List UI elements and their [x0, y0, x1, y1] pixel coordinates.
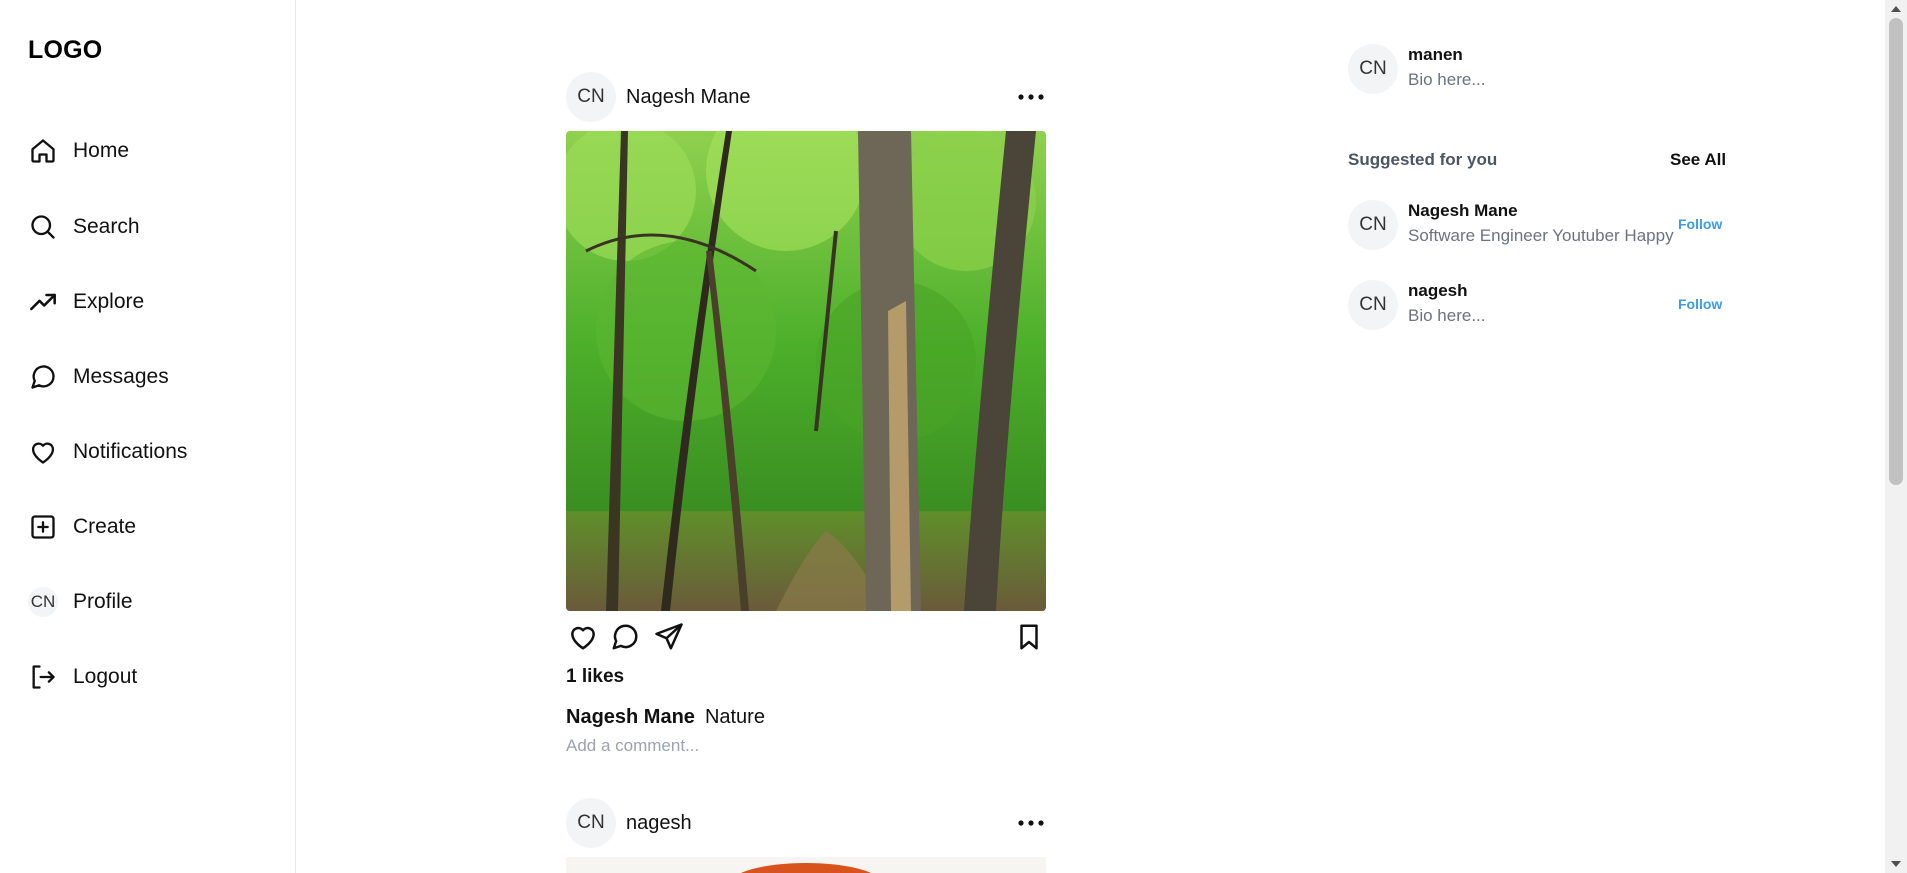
logo[interactable]: LOGO — [28, 36, 102, 65]
send-icon — [655, 623, 683, 650]
sidebar-item-logout[interactable]: Logout — [28, 657, 137, 697]
trending-icon — [28, 287, 58, 317]
like-button[interactable] — [566, 620, 600, 654]
more-options-button[interactable] — [1016, 85, 1046, 109]
more-options-button[interactable] — [1016, 811, 1046, 835]
share-button[interactable] — [652, 620, 686, 654]
sidebar: LOGO Home Search Explore Messages Notifi… — [0, 0, 296, 873]
sidebar-item-messages[interactable]: Messages — [28, 357, 169, 397]
suggested-user[interactable]: CN Nagesh Mane Software Engineer Youtube… — [1348, 200, 1674, 250]
home-icon — [28, 136, 58, 166]
post-header: CN Nagesh Mane — [566, 72, 1046, 122]
search-icon — [28, 212, 58, 242]
bookmark-icon — [1020, 624, 1038, 650]
sidebar-item-label: Notifications — [73, 440, 188, 463]
current-user-bio: Bio here... — [1408, 70, 1486, 89]
follow-button[interactable]: Follow — [1678, 296, 1722, 312]
heart-icon — [571, 626, 595, 650]
message-circle-icon — [612, 624, 638, 650]
sidebar-item-label: Messages — [73, 365, 169, 388]
more-horizontal-icon — [1018, 94, 1044, 100]
likes-count: 1 likes — [566, 666, 625, 687]
logout-icon — [28, 662, 58, 692]
more-horizontal-icon — [1018, 820, 1044, 826]
post-caption: Nagesh Mane Nature — [566, 706, 765, 729]
sidebar-item-search[interactable]: Search — [28, 207, 140, 247]
avatar[interactable]: CN — [566, 798, 616, 848]
scrollbar-thumb[interactable] — [1889, 18, 1903, 485]
sidebar-item-notifications[interactable]: Notifications — [28, 432, 187, 472]
sidebar-item-label: Logout — [73, 665, 138, 688]
sidebar-item-label: Profile — [73, 590, 133, 613]
sidebar-item-label: Explore — [73, 290, 145, 313]
post-action-bar — [566, 620, 1046, 654]
see-all-link[interactable]: See All — [1670, 150, 1726, 170]
post-image[interactable] — [566, 131, 1046, 611]
sidebar-item-label: Home — [73, 139, 130, 162]
save-button[interactable] — [1012, 620, 1046, 654]
post-image[interactable] — [566, 857, 1046, 873]
sidebar-item-profile[interactable]: CN Profile — [28, 582, 133, 622]
sidebar-item-explore[interactable]: Explore — [28, 282, 144, 322]
avatar: CN — [1348, 280, 1398, 330]
caption-text: Nature — [704, 706, 765, 728]
sidebar-item-label: Search — [73, 215, 140, 238]
avatar: CN — [1348, 200, 1398, 250]
comment-input[interactable] — [566, 734, 1046, 758]
avatar-initials: CN — [28, 587, 58, 617]
suggested-title: Suggested for you — [1348, 150, 1498, 169]
heart-icon — [28, 437, 58, 467]
suggested-user[interactable]: CN nagesh Bio here... — [1348, 280, 1486, 330]
sidebar-item-home[interactable]: Home — [28, 131, 129, 171]
current-user[interactable]: CN manen Bio here... — [1348, 44, 1486, 94]
avatar: CN — [1348, 44, 1398, 94]
post-username[interactable]: Nagesh Mane — [626, 86, 751, 109]
post-header: CN nagesh — [566, 798, 1046, 848]
orange-photo — [566, 857, 1046, 873]
suggested-user-bio: Software Engineer Youtuber Happy — [1408, 226, 1674, 245]
comment-button[interactable] — [608, 620, 642, 654]
current-user-name: manen — [1408, 45, 1463, 64]
suggested-user-name: Nagesh Mane — [1408, 201, 1518, 220]
suggested-user-name: nagesh — [1408, 281, 1468, 300]
scroll-up-arrow-icon[interactable] — [1891, 6, 1901, 12]
suggested-user-bio: Bio here... — [1408, 306, 1486, 325]
follow-button[interactable]: Follow — [1678, 216, 1722, 232]
caption-username[interactable]: Nagesh Mane — [566, 706, 695, 728]
sidebar-item-create[interactable]: Create — [28, 507, 136, 547]
sidebar-item-label: Create — [73, 515, 137, 538]
plus-square-icon — [28, 512, 58, 542]
post-username[interactable]: nagesh — [626, 812, 692, 835]
avatar[interactable]: CN — [566, 72, 616, 122]
scroll-down-arrow-icon[interactable] — [1891, 861, 1901, 867]
scrollbar[interactable] — [1885, 0, 1907, 873]
avatar: CN — [28, 587, 58, 617]
message-circle-icon — [28, 362, 58, 392]
forest-photo — [566, 131, 1046, 611]
